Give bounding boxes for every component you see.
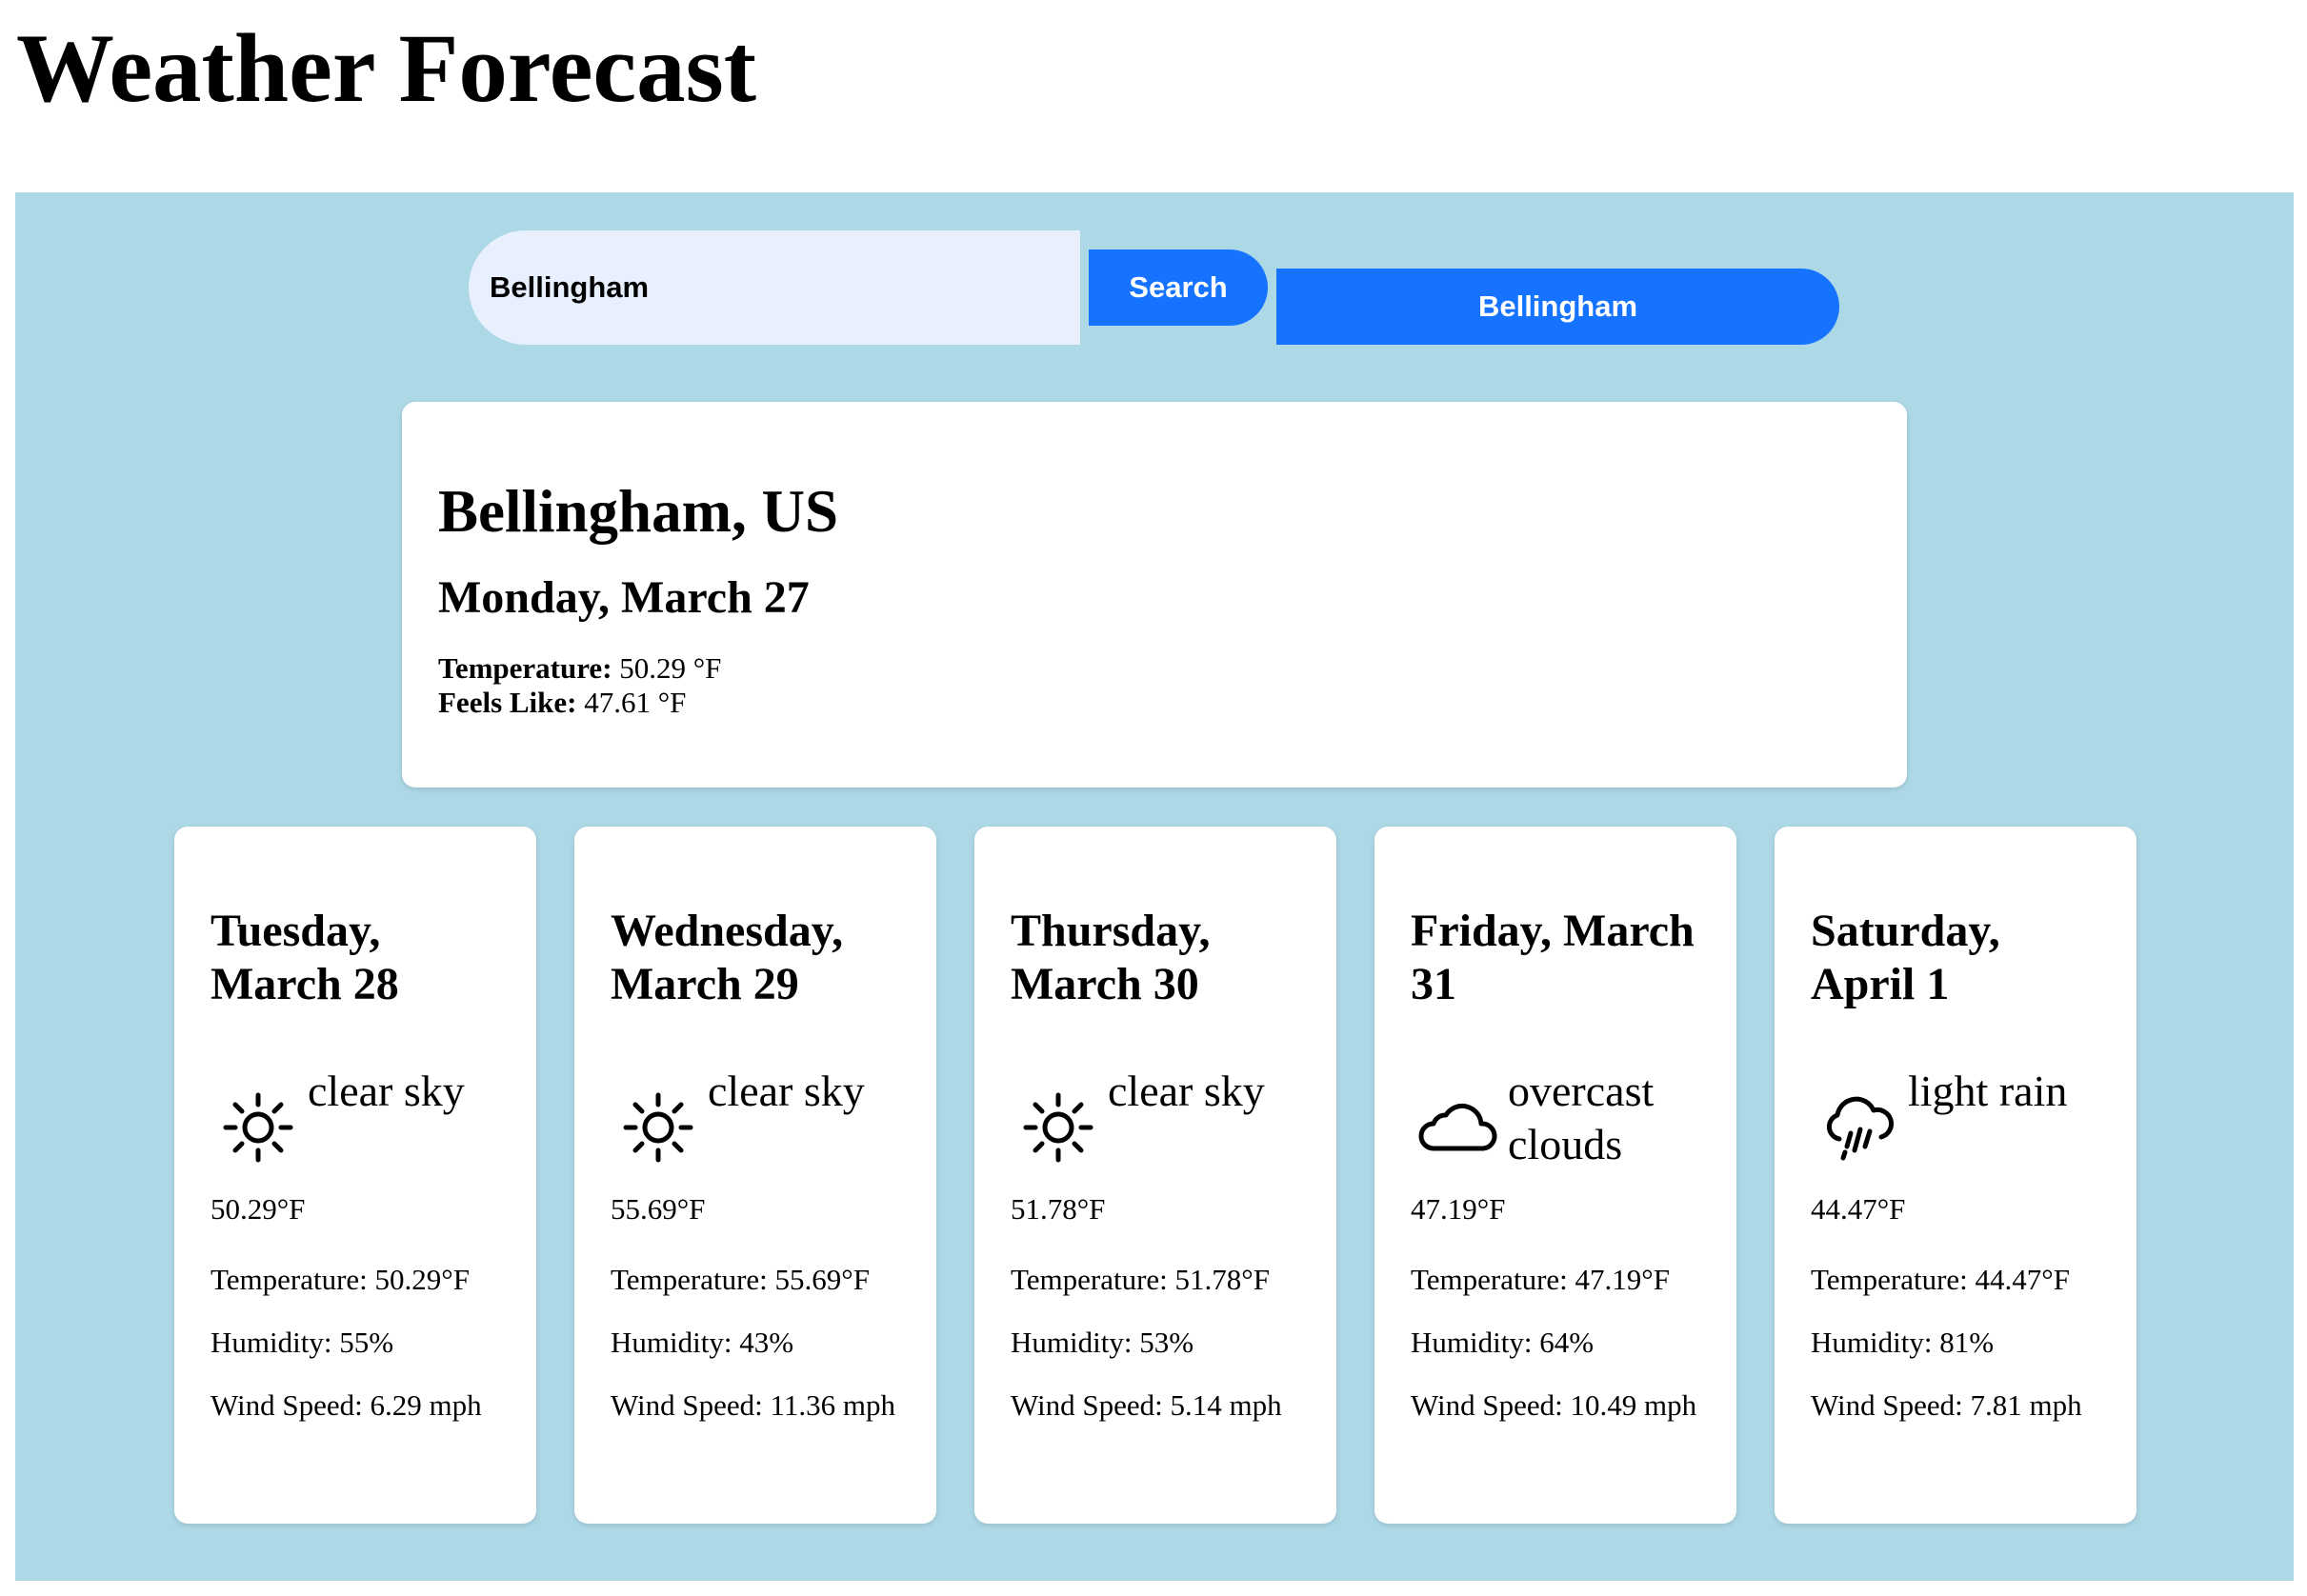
forecast-description: clear sky xyxy=(308,1067,465,1115)
current-temperature: Temperature: 50.29 °F xyxy=(438,651,1871,686)
forecast-date: Wednesday, March 29 xyxy=(611,906,844,1009)
current-temperature-label: Temperature: xyxy=(438,651,612,685)
forecast-temperature: Temperature: 55.69°F xyxy=(611,1263,870,1296)
current-feels-like: Feels Like: 47.61 °F xyxy=(438,686,1871,720)
forecast-temp: 51.78°F xyxy=(1011,1192,1106,1226)
forecast-condition: light rain xyxy=(1811,1067,2100,1187)
forecast-temperature: Temperature: 50.29°F xyxy=(211,1263,470,1296)
page-title: Weather Forecast xyxy=(16,14,757,123)
current-date: Monday, March 27 xyxy=(438,572,810,623)
forecast-condition: clear sky xyxy=(611,1067,900,1187)
forecast-card: Wednesday, March 29 clear sky 55.69°F Te… xyxy=(574,827,936,1524)
forecast-description: clear sky xyxy=(1108,1067,1265,1115)
forecast-date: Friday, March 31 xyxy=(1411,906,1695,1009)
forecast-wind-speed: Wind Speed: 5.14 mph xyxy=(1011,1388,1282,1422)
forecast-wind-speed: Wind Speed: 6.29 mph xyxy=(211,1388,482,1422)
search-button[interactable]: Search xyxy=(1089,249,1268,326)
forecast-description: clear sky xyxy=(708,1067,865,1115)
forecast-humidity: Humidity: 81% xyxy=(1811,1326,1995,1359)
forecast-date: Tuesday, March 28 xyxy=(211,906,399,1009)
rain-cloud-icon xyxy=(1826,1096,1895,1161)
forecast-temp: 55.69°F xyxy=(611,1192,706,1226)
forecast-card: Saturday, April 1 light rain 44.47°F Tem… xyxy=(1775,827,2136,1524)
history-city-button[interactable]: Bellingham xyxy=(1276,269,1839,345)
forecast-condition: clear sky xyxy=(1011,1067,1300,1187)
sun-icon xyxy=(623,1092,693,1163)
forecast-wind-speed: Wind Speed: 7.81 mph xyxy=(1811,1388,2082,1422)
forecast-wind-speed: Wind Speed: 10.49 mph xyxy=(1411,1388,1697,1422)
forecast-condition: clear sky xyxy=(211,1067,500,1187)
forecast-temperature: Temperature: 44.47°F xyxy=(1811,1263,2070,1296)
current-details: Temperature: 50.29 °F Feels Like: 47.61 … xyxy=(438,651,1871,720)
current-feels-like-label: Feels Like: xyxy=(438,686,577,719)
forecast-card: Tuesday, March 28 clear sky 50.29°F Temp… xyxy=(174,827,536,1524)
current-weather-card: Bellingham, US Monday, March 27 Temperat… xyxy=(402,402,1907,788)
forecast-date: Saturday, April 1 xyxy=(1811,906,2000,1009)
current-temperature-value: 50.29 °F xyxy=(619,651,722,685)
forecast-humidity: Humidity: 64% xyxy=(1411,1326,1595,1359)
forecast-card: Thursday, March 30 clear sky 51.78°F Tem… xyxy=(974,827,1336,1524)
sun-icon xyxy=(1023,1092,1093,1163)
forecast-humidity: Humidity: 53% xyxy=(1011,1326,1194,1359)
forecast-description: overcast clouds xyxy=(1508,1067,1655,1168)
forecast-card: Friday, March 31 overcast clouds 47.19°F… xyxy=(1374,827,1736,1524)
weather-app: Search Bellingham Bellingham, US Monday,… xyxy=(15,192,2294,1581)
forecast-description: light rain xyxy=(1908,1067,2068,1115)
forecast-temp: 47.19°F xyxy=(1411,1192,1506,1226)
forecast-temp: 50.29°F xyxy=(211,1192,306,1226)
current-city: Bellingham, US xyxy=(438,478,839,545)
forecast-humidity: Humidity: 43% xyxy=(611,1326,794,1359)
search-input[interactable] xyxy=(469,230,1080,345)
sun-icon xyxy=(223,1092,293,1163)
forecast-humidity: Humidity: 55% xyxy=(211,1326,394,1359)
forecast-temp: 44.47°F xyxy=(1811,1192,1906,1226)
forecast-condition: overcast clouds xyxy=(1411,1067,1700,1187)
cloud-icon xyxy=(1418,1103,1497,1151)
current-feels-like-value: 47.61 °F xyxy=(584,686,687,719)
forecast-date: Thursday, March 30 xyxy=(1011,906,1211,1009)
forecast-temperature: Temperature: 51.78°F xyxy=(1011,1263,1270,1296)
forecast-wind-speed: Wind Speed: 11.36 mph xyxy=(611,1388,895,1422)
forecast-temperature: Temperature: 47.19°F xyxy=(1411,1263,1670,1296)
